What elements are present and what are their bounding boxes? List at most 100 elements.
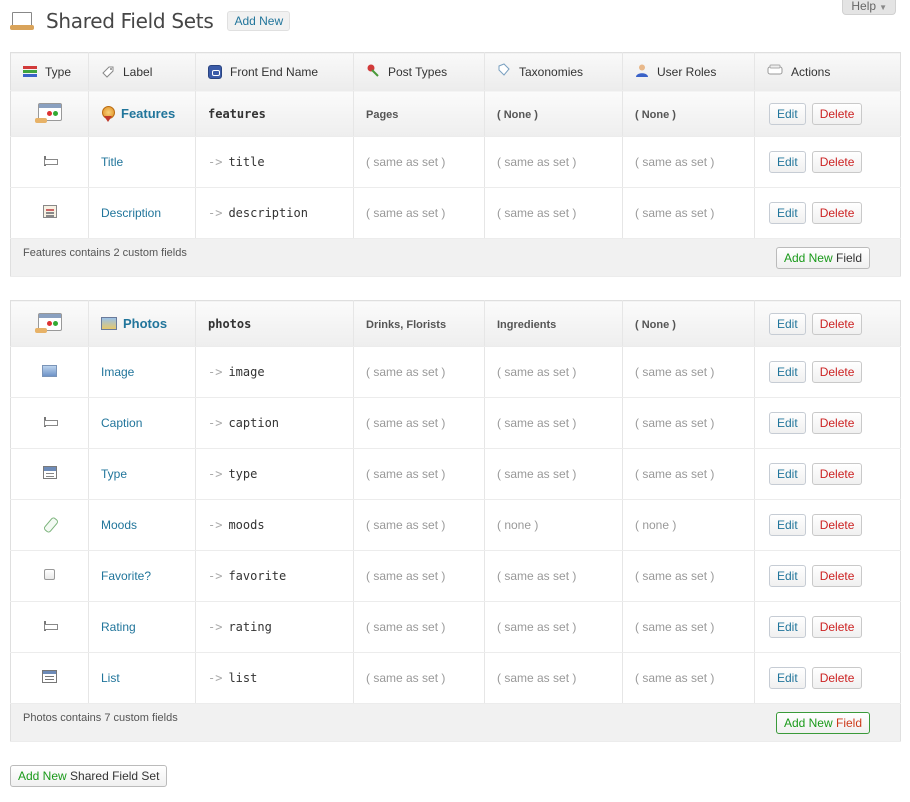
delete-button[interactable]: Delete [811, 151, 863, 173]
field-user-roles: ( same as set ) [622, 448, 755, 500]
field-post-types-value: ( same as set ) [366, 206, 446, 220]
field-actions: Edit Delete [754, 550, 901, 602]
column-header-front-end-name[interactable]: Front End Name [195, 52, 354, 91]
set-actions: Edit Delete [754, 300, 901, 347]
page-header: Shared Field Sets Add New [10, 6, 291, 36]
field-front-end-name: -> image [195, 346, 354, 398]
field-front-end-name: -> type [195, 448, 354, 500]
edit-button[interactable]: Edit [769, 514, 806, 536]
field-user-roles-value: ( same as set ) [635, 365, 715, 379]
add-new-button[interactable]: Add New [227, 11, 291, 31]
add-new-field-button[interactable]: Add New Field [775, 711, 870, 734]
text-field-icon [43, 417, 58, 427]
set-footer-features: Features contains 2 custom fields Add Ne… [10, 238, 901, 277]
delete-button[interactable]: Delete [811, 667, 863, 689]
delete-button[interactable]: Delete [811, 412, 863, 434]
set-label-link[interactable]: Features [121, 106, 175, 121]
delete-button[interactable]: Delete [811, 514, 863, 536]
set-footer-cell: Photos contains 7 custom fields Add New … [10, 703, 901, 742]
add-new-field-button[interactable]: Add New Field [775, 246, 870, 269]
field-post-types: ( same as set ) [353, 499, 485, 551]
field-label-link[interactable]: Caption [101, 416, 142, 430]
field-post-types: ( same as set ) [353, 448, 485, 500]
tag-icon [101, 65, 115, 79]
set-taxonomies-value: Ingredients [497, 318, 557, 331]
page-title: Shared Field Sets [46, 9, 214, 33]
delete-button[interactable]: Delete [811, 565, 863, 587]
edit-button[interactable]: Edit [769, 102, 806, 125]
edit-button[interactable]: Edit [769, 151, 806, 173]
column-header-post-types[interactable]: Post Types [353, 52, 485, 91]
column-header-post-types-label: Post Types [388, 64, 448, 79]
field-text: Field [835, 715, 862, 730]
delete-button[interactable]: Delete [811, 361, 863, 383]
field-taxonomies: ( same as set ) [484, 550, 623, 602]
set-actions: Edit Delete [754, 90, 901, 137]
text-field-icon [43, 156, 58, 166]
award-icon [101, 105, 115, 122]
field-taxonomies-value: ( same as set ) [497, 569, 577, 583]
field-user-roles: ( same as set ) [622, 601, 755, 653]
help-tab[interactable]: Help ▼ [842, 0, 896, 15]
field-sets-icon [10, 11, 36, 31]
field-type-cell [10, 346, 89, 398]
field-label-link[interactable]: Title [101, 155, 123, 169]
field-post-types: ( same as set ) [353, 136, 485, 188]
column-header-taxonomies[interactable]: Taxonomies [484, 52, 623, 91]
field-label-link[interactable]: Type [101, 467, 127, 481]
field-label-link[interactable]: Moods [101, 518, 137, 532]
field-label-link[interactable]: List [101, 671, 120, 685]
shared-field-set-text: Shared Field Set [70, 769, 160, 783]
set-row-features: Features features Pages ( None ) ( None … [10, 90, 901, 137]
field-taxonomies-value: ( same as set ) [497, 671, 577, 685]
field-label-link[interactable]: Rating [101, 620, 136, 634]
edit-button[interactable]: Edit [769, 667, 806, 689]
set-post-types-value: Pages [366, 108, 399, 121]
field-label-link[interactable]: Image [101, 365, 134, 379]
delete-button[interactable]: Delete [811, 312, 863, 335]
edit-button[interactable]: Edit [769, 463, 806, 485]
field-taxonomies: ( none ) [484, 499, 623, 551]
field-taxonomies: ( same as set ) [484, 448, 623, 500]
custom-field-count: Photos contains 7 custom fields [23, 711, 178, 724]
set-taxonomies: ( None ) [484, 90, 623, 137]
column-header-type[interactable]: Type [10, 52, 89, 91]
table-row: Caption -> caption ( same as set ) ( same… [10, 397, 901, 449]
field-type-cell [10, 499, 89, 551]
field-type-cell [10, 397, 89, 449]
field-front-end-name: -> rating [195, 601, 354, 653]
delete-button[interactable]: Delete [811, 202, 863, 224]
delete-button[interactable]: Delete [811, 616, 863, 638]
field-user-roles: ( same as set ) [622, 187, 755, 239]
field-front-end-name-value: caption [228, 416, 280, 430]
field-label-cell: Favorite? [88, 550, 196, 602]
field-actions: Edit Delete [754, 601, 901, 653]
field-label-link[interactable]: Description [101, 206, 161, 220]
pushpin-icon [366, 63, 380, 80]
field-user-roles-value: ( same as set ) [635, 416, 715, 430]
edit-button[interactable]: Edit [769, 412, 806, 434]
arrow-glyph: -> [208, 206, 223, 220]
add-new-shared-field-set-button[interactable]: Add New Shared Field Set [10, 765, 168, 787]
arrow-glyph: -> [208, 155, 223, 169]
set-label-link[interactable]: Photos [123, 316, 167, 331]
edit-button[interactable]: Edit [769, 565, 806, 587]
field-label-cell: Type [88, 448, 196, 500]
field-type-cell [10, 652, 89, 704]
field-user-roles: ( same as set ) [622, 136, 755, 188]
field-label-cell: Description [88, 187, 196, 239]
edit-button[interactable]: Edit [769, 202, 806, 224]
field-label-link[interactable]: Favorite? [101, 569, 151, 583]
edit-button[interactable]: Edit [769, 361, 806, 383]
column-header-user-roles[interactable]: User Roles [622, 52, 755, 91]
delete-button[interactable]: Delete [811, 102, 863, 125]
set-front-end-name: photos [195, 300, 354, 347]
set-user-roles: ( None ) [622, 90, 755, 137]
edit-button[interactable]: Edit [769, 312, 806, 335]
field-front-end-name-value: description [228, 206, 308, 220]
edit-button[interactable]: Edit [769, 616, 806, 638]
column-header-label[interactable]: Label [88, 52, 196, 91]
add-new-text: Add New [18, 769, 67, 783]
field-taxonomies-value: ( same as set ) [497, 206, 577, 220]
delete-button[interactable]: Delete [811, 463, 863, 485]
